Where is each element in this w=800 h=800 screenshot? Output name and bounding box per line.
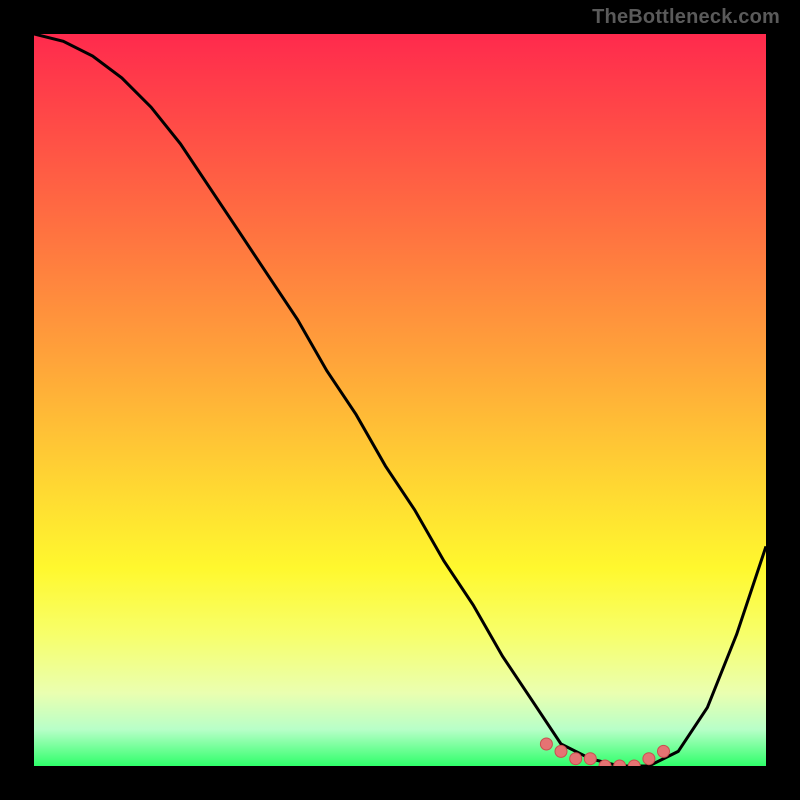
plot-area <box>34 34 766 766</box>
chart-svg <box>34 34 766 766</box>
highlight-dot <box>614 760 626 766</box>
highlight-dot <box>658 745 670 757</box>
highlight-dot <box>570 753 582 765</box>
watermark-text: TheBottleneck.com <box>592 6 780 29</box>
highlight-dot <box>584 753 596 765</box>
highlight-dot <box>555 745 567 757</box>
highlight-dot <box>643 753 655 765</box>
highlight-dot <box>628 760 640 766</box>
chart-frame: TheBottleneck.com <box>0 0 800 800</box>
bottleneck-curve <box>34 34 766 766</box>
highlight-dot <box>540 738 552 750</box>
